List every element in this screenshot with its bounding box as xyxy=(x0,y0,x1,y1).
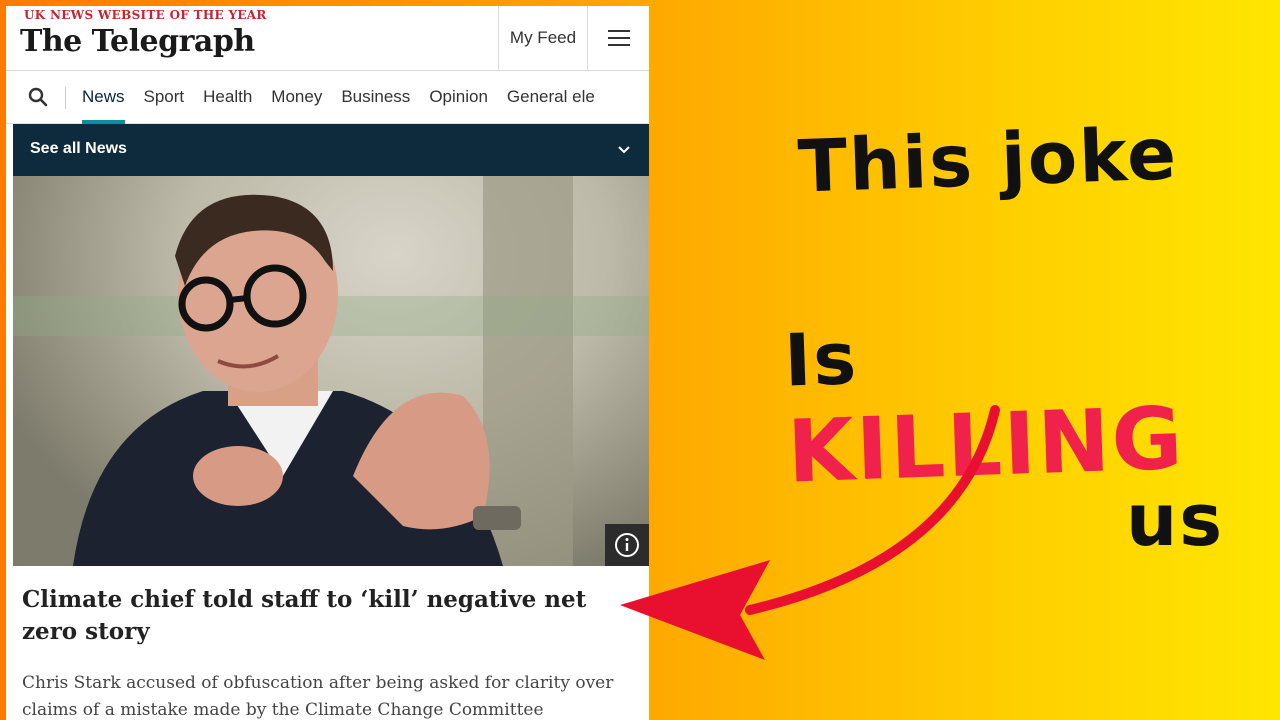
nav-item-health[interactable]: Health xyxy=(203,71,252,123)
menu-button[interactable] xyxy=(587,6,649,70)
hamburger-menu-icon xyxy=(608,25,630,51)
chevron-down-icon xyxy=(618,146,630,154)
my-feed-button[interactable]: My Feed xyxy=(498,6,587,70)
overlay-line-3: us xyxy=(1126,478,1225,562)
man-with-glasses-illustration xyxy=(13,176,649,566)
nav-item-sport[interactable]: Sport xyxy=(144,71,185,123)
telegraph-article-panel: UK NEWS WEBSITE OF THE YEAR The Telegrap… xyxy=(6,6,649,720)
nav-divider xyxy=(65,87,66,109)
nav-items: News Sport Health Money Business Opinion… xyxy=(82,71,614,124)
nav-item-general-election[interactable]: General ele xyxy=(507,71,595,123)
article-headline[interactable]: Climate chief told staff to ‘kill’ negat… xyxy=(22,584,632,648)
article-standfirst: Chris Stark accused of obfuscation after… xyxy=(22,673,614,720)
see-all-news-bar[interactable]: See all News xyxy=(13,124,649,176)
section-nav: News Sport Health Money Business Opinion… xyxy=(6,71,649,124)
nav-item-news[interactable]: News xyxy=(82,71,125,124)
nav-item-opinion[interactable]: Opinion xyxy=(429,71,488,123)
site-header: UK NEWS WEBSITE OF THE YEAR The Telegrap… xyxy=(6,6,649,71)
nav-fade xyxy=(609,71,649,123)
nav-item-business[interactable]: Business xyxy=(341,71,410,123)
see-all-news-label: See all News xyxy=(30,140,127,157)
header-tagline: UK NEWS WEBSITE OF THE YEAR xyxy=(24,8,267,22)
overlay-line-1: This joke xyxy=(796,111,1180,209)
article-photo xyxy=(13,176,649,566)
telegraph-logo[interactable]: The Telegraph xyxy=(20,24,255,59)
nav-item-money[interactable]: Money xyxy=(271,71,322,123)
search-icon[interactable] xyxy=(26,85,50,109)
red-arrow-icon xyxy=(620,405,1000,660)
